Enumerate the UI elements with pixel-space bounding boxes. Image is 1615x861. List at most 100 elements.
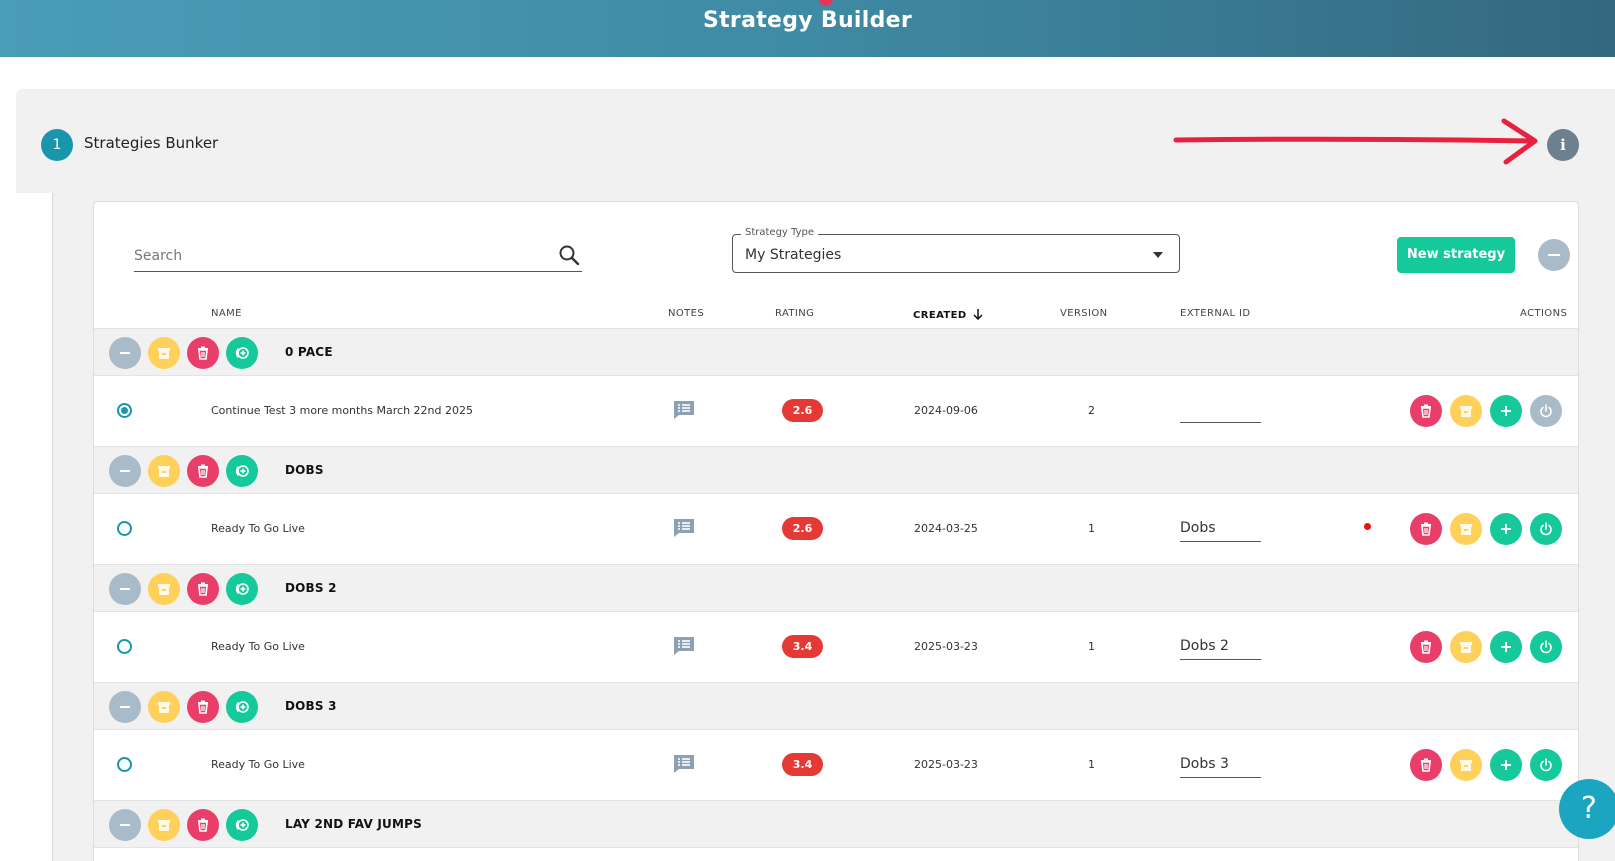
strategy-name[interactable]: Ready To Go Live (211, 758, 305, 771)
created-date: 2025-03-23 (914, 758, 978, 771)
rating-badge: 3.4 (782, 753, 823, 776)
plus-icon (1501, 642, 1511, 652)
collapse-all-button[interactable] (1538, 239, 1570, 271)
minus-icon (120, 352, 130, 354)
delete-group-button[interactable] (187, 691, 219, 723)
archive-group-button[interactable] (148, 691, 180, 723)
row-select-radio[interactable] (117, 639, 132, 654)
version-number: 1 (1088, 640, 1095, 653)
column-header-rating[interactable]: RATING (775, 308, 814, 319)
strategy-name[interactable]: Ready To Go Live (211, 522, 305, 535)
row-select-radio[interactable] (117, 403, 132, 418)
archive-group-button[interactable] (148, 455, 180, 487)
sort-arrow-down-icon (973, 309, 984, 321)
strategy-group: DOBS 2 (94, 564, 1578, 612)
plus-icon (1501, 524, 1511, 534)
version-number: 1 (1088, 522, 1095, 535)
archive-strategy-button[interactable] (1450, 749, 1482, 781)
add-to-group-button[interactable] (226, 573, 258, 605)
strategy-type-value: My Strategies (745, 247, 842, 263)
table-row[interactable]: Ready To Go Live 3.4 2025-03-23 1 Dobs 3 (94, 730, 1578, 800)
add-to-group-button[interactable] (226, 337, 258, 369)
external-id-value: Dobs 2 (1180, 638, 1229, 654)
external-id-field[interactable] (1180, 399, 1261, 423)
panel-left-gutter (16, 193, 53, 861)
trash-icon (1421, 758, 1431, 772)
add-to-group-button[interactable] (226, 691, 258, 723)
group-name: 0 PACE (285, 345, 333, 359)
notes-icon[interactable] (673, 518, 695, 538)
column-header-created-label: CREATED (913, 310, 967, 321)
add-to-group-button[interactable] (226, 455, 258, 487)
external-id-field[interactable]: Dobs (1180, 518, 1261, 542)
power-icon (1540, 640, 1552, 654)
delete-strategy-button[interactable] (1410, 395, 1442, 427)
archive-group-button[interactable] (148, 809, 180, 841)
delete-strategy-button[interactable] (1410, 631, 1442, 663)
archive-icon (158, 348, 170, 359)
toggle-strategy-power-button[interactable] (1530, 395, 1562, 427)
collapse-group-button[interactable] (109, 573, 141, 605)
add-strategy-button[interactable] (1490, 395, 1522, 427)
delete-group-button[interactable] (187, 809, 219, 841)
table-row[interactable]: Ready To Go Live 3.4 2025-03-23 1 Dobs 2 (94, 612, 1578, 682)
external-id-field[interactable]: Dobs 2 (1180, 636, 1261, 660)
external-id-field[interactable]: Dobs 3 (1180, 754, 1261, 778)
info-button[interactable]: i (1547, 129, 1579, 161)
new-strategy-button[interactable]: New strategy (1397, 237, 1515, 273)
table-row[interactable]: Continue Test 3 more months March 22nd 2… (94, 376, 1578, 446)
power-icon (1540, 758, 1552, 772)
toggle-strategy-power-button[interactable] (1530, 631, 1562, 663)
trash-icon (1421, 640, 1431, 654)
row-select-radio[interactable] (117, 757, 132, 772)
collapse-group-button[interactable] (109, 455, 141, 487)
collapse-group-button[interactable] (109, 337, 141, 369)
external-id-value: Dobs (1180, 520, 1216, 536)
archive-icon (1460, 524, 1472, 535)
column-header-notes[interactable]: NOTES (668, 308, 704, 319)
notes-icon[interactable] (673, 636, 695, 656)
strategy-name[interactable]: Ready To Go Live (211, 640, 305, 653)
notes-icon[interactable] (673, 754, 695, 774)
archive-icon (1460, 760, 1472, 771)
column-header-created[interactable]: CREATED (913, 308, 984, 321)
delete-group-button[interactable] (187, 455, 219, 487)
delete-group-button[interactable] (187, 573, 219, 605)
delete-strategy-button[interactable] (1410, 513, 1442, 545)
collapse-group-button[interactable] (109, 691, 141, 723)
add-strategy-button[interactable] (1490, 513, 1522, 545)
column-header-version[interactable]: VERSION (1060, 308, 1108, 319)
add-to-group-button[interactable] (226, 809, 258, 841)
archive-strategy-button[interactable] (1450, 631, 1482, 663)
search-icon[interactable] (558, 244, 580, 266)
add-strategy-button[interactable] (1490, 749, 1522, 781)
notes-icon[interactable] (673, 400, 695, 420)
delete-strategy-button[interactable] (1410, 749, 1442, 781)
column-header-name[interactable]: NAME (211, 308, 242, 319)
strategies-card: Strategy Type My Strategies New strategy… (93, 201, 1579, 861)
trash-icon (198, 582, 208, 596)
add-circle-icon (235, 819, 249, 831)
version-number: 1 (1088, 758, 1095, 771)
toggle-strategy-power-button[interactable] (1530, 513, 1562, 545)
add-strategy-button[interactable] (1490, 631, 1522, 663)
table-row[interactable]: Ready To Go Live 2.6 2024-03-25 1 Dobs (94, 494, 1578, 564)
collapse-group-button[interactable] (109, 809, 141, 841)
search-input[interactable] (134, 242, 544, 270)
delete-group-button[interactable] (187, 337, 219, 369)
column-header-external-id[interactable]: EXTERNAL ID (1180, 308, 1251, 319)
created-date: 2024-03-25 (914, 522, 978, 535)
archive-group-button[interactable] (148, 573, 180, 605)
group-name: DOBS 3 (285, 699, 337, 713)
strategy-name[interactable]: Continue Test 3 more months March 22nd 2… (211, 404, 473, 417)
help-button[interactable]: ? (1559, 779, 1615, 839)
status-dot (1364, 523, 1371, 530)
toggle-strategy-power-button[interactable] (1530, 749, 1562, 781)
trash-icon (1421, 404, 1431, 418)
archive-group-button[interactable] (148, 337, 180, 369)
archive-strategy-button[interactable] (1450, 395, 1482, 427)
add-circle-icon (235, 701, 249, 713)
archive-strategy-button[interactable] (1450, 513, 1482, 545)
strategy-type-select[interactable]: Strategy Type My Strategies (732, 227, 1180, 273)
row-select-radio[interactable] (117, 521, 132, 536)
